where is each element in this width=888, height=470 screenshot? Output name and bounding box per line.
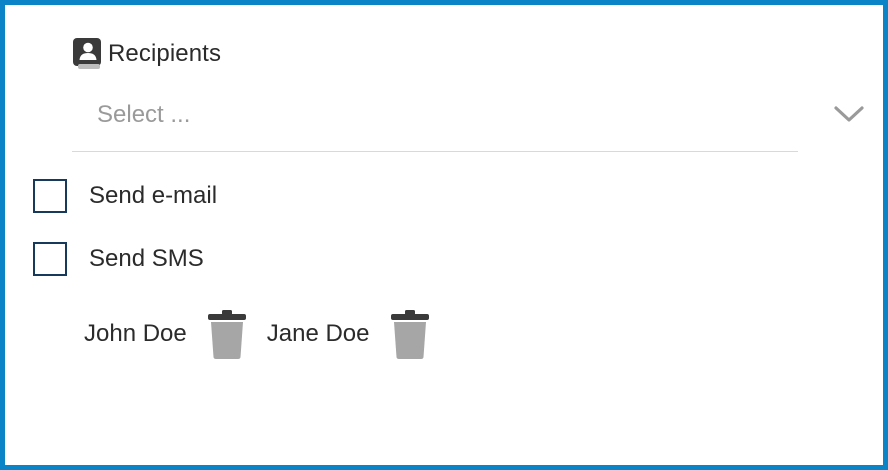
send-email-checkbox[interactable]: [33, 179, 67, 213]
recipient-chip: John Doe: [84, 309, 249, 359]
selected-recipients-list: John Doe Jane Doe: [84, 309, 432, 359]
send-sms-option[interactable]: Send SMS: [33, 241, 204, 277]
send-sms-label[interactable]: Send SMS: [89, 245, 204, 273]
send-email-label[interactable]: Send e-mail: [89, 182, 217, 210]
send-email-option[interactable]: Send e-mail: [33, 178, 217, 214]
recipients-label-row: Recipients: [72, 37, 221, 71]
trash-icon[interactable]: [205, 309, 249, 359]
contact-book-icon: [73, 38, 101, 69]
send-sms-checkbox[interactable]: [33, 242, 67, 276]
recipients-panel: Recipients Select ... Send e-mail Send S…: [0, 0, 888, 470]
chevron-down-icon[interactable]: [833, 103, 865, 125]
recipient-name: Jane Doe: [266, 320, 370, 347]
recipients-select-placeholder: Select ...: [97, 101, 191, 128]
recipients-select[interactable]: Select ...: [72, 93, 798, 152]
recipient-chip: Jane Doe: [267, 309, 432, 359]
trash-icon[interactable]: [388, 309, 432, 359]
recipient-name: John Doe: [84, 320, 187, 347]
recipients-label: Recipients: [108, 40, 222, 67]
